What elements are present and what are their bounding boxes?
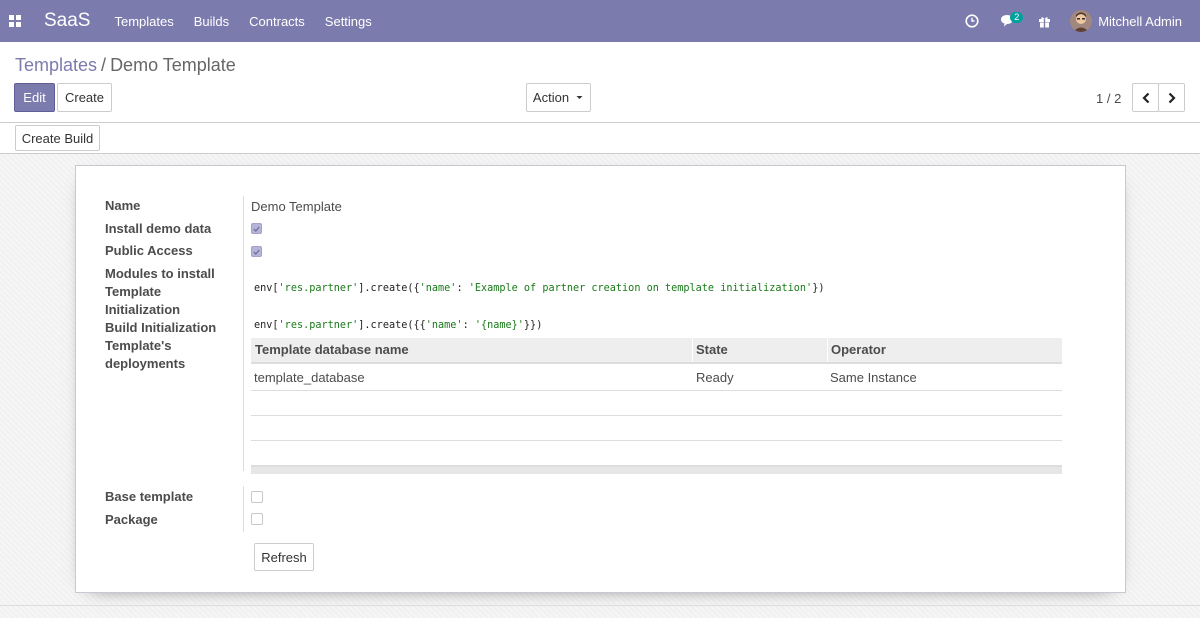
bottom-divider <box>0 605 1200 606</box>
code-string: 'name' <box>419 283 457 294</box>
code-token: ].create({{ <box>358 320 426 331</box>
label-template-initialization-line2: Initialization <box>105 302 181 317</box>
menu-item-builds[interactable]: Builds <box>194 14 229 29</box>
action-dropdown-label: Action <box>532 90 570 105</box>
apps-menu-icon[interactable] <box>0 0 30 42</box>
column-separator <box>827 338 828 362</box>
label-build-initialization: Build Initialization <box>105 320 217 335</box>
label-package: Package <box>105 512 158 527</box>
label-deployments-line1: Template's <box>105 338 172 353</box>
pager-value[interactable]: 1 / 2 <box>1096 91 1121 106</box>
table-row-empty <box>251 441 1062 466</box>
top-navbar: SaaS Templates Builds Contracts Settings… <box>0 0 1200 42</box>
name-value[interactable]: Demo Template <box>251 199 342 214</box>
code-token: ].create({ <box>358 283 420 294</box>
user-avatar <box>1070 10 1093 32</box>
install-demo-data-checkbox[interactable] <box>251 223 262 234</box>
menu-item-templates[interactable]: Templates <box>114 14 173 29</box>
cell-database-name: template_database <box>254 370 365 385</box>
label-base-template: Base template <box>105 489 194 504</box>
code-string: 'Example of partner creation on template… <box>468 283 813 294</box>
label-deployments-line2: deployments <box>105 356 186 371</box>
table-row-empty <box>251 416 1062 441</box>
chevron-right-icon <box>1168 92 1176 103</box>
refresh-button[interactable]: Refresh <box>254 543 314 571</box>
package-checkbox[interactable] <box>251 513 263 525</box>
code-token: : <box>456 283 469 294</box>
code-token: : <box>462 320 475 331</box>
deployments-table-header: Template database name State Operator <box>251 338 1062 364</box>
menu-item-contracts[interactable]: Contracts <box>249 14 305 29</box>
code-token: }}) <box>523 320 543 331</box>
pager-next-button[interactable] <box>1158 83 1185 112</box>
breadcrumb: Templates / Demo Template <box>15 55 236 76</box>
checkmark-icon <box>253 226 260 232</box>
public-access-checkbox[interactable] <box>251 246 262 257</box>
label-template-initialization-line1: Template <box>105 284 162 299</box>
breadcrumb-templates-link[interactable]: Templates <box>15 55 97 75</box>
code-string: 'name' <box>425 320 463 331</box>
breadcrumb-current: Demo Template <box>110 55 236 75</box>
chevron-left-icon <box>1141 92 1149 103</box>
code-token: env[ <box>254 320 279 331</box>
action-dropdown[interactable]: Action <box>526 83 591 112</box>
label-column-divider <box>243 196 244 471</box>
column-header-operator[interactable]: Operator <box>831 338 886 362</box>
code-string: '{name}' <box>474 320 524 331</box>
column-separator <box>692 338 693 362</box>
column-header-state[interactable]: State <box>696 338 728 362</box>
table-row[interactable]: template_database Ready Same Instance <box>251 365 1062 391</box>
label-install-demo-data: Install demo data <box>105 221 212 236</box>
cell-operator: Same Instance <box>830 370 917 385</box>
navbar-systray: 2 Mitchell Admin <box>954 0 1200 42</box>
code-token: env[ <box>254 283 279 294</box>
code-string: 'res.partner' <box>278 283 359 294</box>
user-menu[interactable]: Mitchell Admin <box>1062 0 1200 42</box>
menu-item-settings[interactable]: Settings <box>325 14 372 29</box>
checkmark-icon <box>253 249 260 255</box>
messaging-icon[interactable]: 2 <box>990 0 1026 42</box>
user-name: Mitchell Admin <box>1098 13 1182 29</box>
code-string: 'res.partner' <box>278 320 359 331</box>
caret-down-icon <box>576 96 583 99</box>
label-public-access: Public Access <box>105 243 193 258</box>
create-button[interactable]: Create <box>57 83 112 112</box>
cell-state: Ready <box>696 370 734 385</box>
template-initialization-code[interactable]: env['res.partner'].create({'name': 'Exam… <box>254 283 824 294</box>
label-column-divider-lower <box>243 486 244 532</box>
messages-count-badge: 2 <box>1010 12 1024 23</box>
table-row-empty <box>251 391 1062 416</box>
control-panel: Templates / Demo Template Edit Create Acti… <box>0 42 1200 123</box>
app-brand[interactable]: SaaS <box>44 10 90 32</box>
build-initialization-code[interactable]: env['res.partner'].create({{'name': '{na… <box>254 320 542 331</box>
edit-button[interactable]: Edit <box>14 83 55 112</box>
deployments-table-footer <box>251 466 1062 474</box>
label-modules-to-install: Modules to install <box>105 266 215 281</box>
column-header-database-name[interactable]: Template database name <box>255 338 409 362</box>
base-template-checkbox[interactable] <box>251 491 263 503</box>
form-statusbar: Create Build <box>0 123 1200 154</box>
breadcrumb-separator: / <box>101 55 107 75</box>
label-name: Name <box>105 198 141 213</box>
pager-previous-button[interactable] <box>1132 83 1159 112</box>
code-token: }) <box>812 283 825 294</box>
activity-clock-icon[interactable] <box>954 0 990 42</box>
gift-icon[interactable] <box>1026 0 1062 42</box>
create-build-button[interactable]: Create Build <box>15 125 100 151</box>
